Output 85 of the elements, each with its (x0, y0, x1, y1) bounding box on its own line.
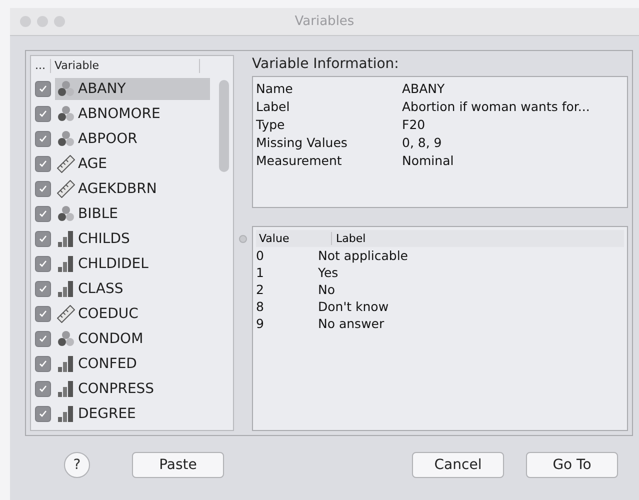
info-label: Type (256, 116, 286, 133)
table-cell: No answer (318, 315, 384, 332)
variable-item[interactable]: CONPRESS (55, 378, 210, 400)
checkbox[interactable] (35, 330, 51, 346)
checkbox[interactable] (35, 406, 51, 422)
bar-chart-icon (57, 404, 75, 422)
variable-item[interactable]: ABNOMORE (55, 102, 210, 124)
cancel-button[interactable]: Cancel (412, 452, 504, 478)
checkbox[interactable] (35, 230, 51, 246)
checkbox[interactable] (35, 106, 51, 122)
circles-icon (57, 80, 75, 98)
bar-chart-icon (57, 280, 75, 298)
section-title: Variable Information: (252, 55, 400, 74)
info-value: Abortion if woman wants for... (402, 98, 591, 115)
checkbox[interactable] (35, 80, 51, 96)
column-header[interactable]: Value (256, 232, 331, 245)
variable-item[interactable]: BIBLE (55, 202, 210, 224)
column-header[interactable]: Variable (50, 59, 200, 73)
checkmark-icon (38, 284, 48, 294)
variable-item[interactable]: ABPOOR (55, 128, 210, 150)
bar-chart-icon (57, 254, 75, 272)
table-cell-text: 2 (256, 281, 265, 298)
table-cell: Not applicable (318, 247, 408, 264)
table-cell: No (318, 281, 335, 298)
variable-item[interactable]: CHILDS (55, 228, 210, 250)
info-label: Measurement (256, 152, 343, 169)
column-header[interactable]: Label (331, 232, 366, 245)
info-label: Label (256, 98, 291, 115)
checkmark-icon (38, 84, 48, 94)
variable-item[interactable]: CONDOM (55, 328, 210, 350)
bar-chart-icon (57, 230, 75, 248)
checkmark-icon (38, 358, 48, 368)
checkbox[interactable] (35, 206, 51, 222)
scrollbar-thumb[interactable] (219, 80, 229, 172)
checkbox[interactable] (35, 280, 51, 296)
checkmark-icon (38, 184, 48, 194)
variable-item[interactable]: CHLDIDEL (55, 252, 210, 274)
checkbox[interactable] (35, 256, 51, 272)
checkbox[interactable] (35, 380, 51, 396)
table-cell: Don't know (318, 298, 389, 315)
checkmark-icon (38, 258, 48, 268)
circles-icon (57, 130, 75, 148)
paste-button[interactable]: Paste (132, 452, 224, 478)
column-header[interactable]: ... (31, 59, 50, 73)
checkbox[interactable] (35, 356, 51, 372)
splitter-handle[interactable] (239, 235, 247, 243)
circles-icon (57, 204, 75, 222)
variable-item[interactable]: DEGREE (55, 402, 210, 424)
checkmark-icon (38, 208, 48, 218)
variable-item[interactable]: AGEKDBRN (55, 178, 210, 200)
checkmark-icon (38, 334, 48, 344)
variable-item[interactable]: ABANY (55, 78, 210, 100)
table-cell-text: 0 (256, 247, 265, 264)
checkmark-icon (38, 108, 48, 118)
checkmark-icon (38, 234, 48, 244)
variable-item[interactable]: CLASS (55, 278, 210, 300)
circles-icon (57, 104, 75, 122)
info-value: ABANY (402, 80, 446, 97)
info-value: Nominal (402, 152, 455, 169)
checkbox[interactable] (35, 306, 51, 322)
variable-item[interactable]: COEDUC (55, 302, 210, 324)
checkmark-icon (38, 308, 48, 318)
table-cell: Yes (318, 264, 338, 281)
table-cell-text: 9 (256, 315, 265, 332)
window-title: Variables (294, 14, 354, 29)
info-value: 0, 8, 9 (402, 134, 443, 151)
info-label: Missing Values (256, 134, 348, 151)
circles-icon (57, 330, 75, 348)
checkmark-icon (38, 384, 48, 394)
checkbox[interactable] (35, 130, 51, 146)
table-cell-text: 1 (256, 264, 265, 281)
table-cell-text: 8 (256, 298, 265, 315)
checkbox[interactable] (35, 180, 51, 196)
variable-item[interactable]: AGE (55, 152, 210, 174)
variable-item[interactable]: CONFED (55, 352, 210, 374)
info-value: F20 (402, 116, 426, 133)
info-label: Name (256, 80, 294, 97)
bar-chart-icon (57, 380, 75, 398)
help-button[interactable]: ? (64, 452, 90, 478)
bar-chart-icon (57, 354, 75, 372)
checkmark-icon (38, 158, 48, 168)
checkbox[interactable] (35, 156, 51, 172)
checkmark-icon (38, 134, 48, 144)
checkmark-icon (38, 408, 48, 418)
go-to-button[interactable]: Go To (526, 452, 618, 478)
